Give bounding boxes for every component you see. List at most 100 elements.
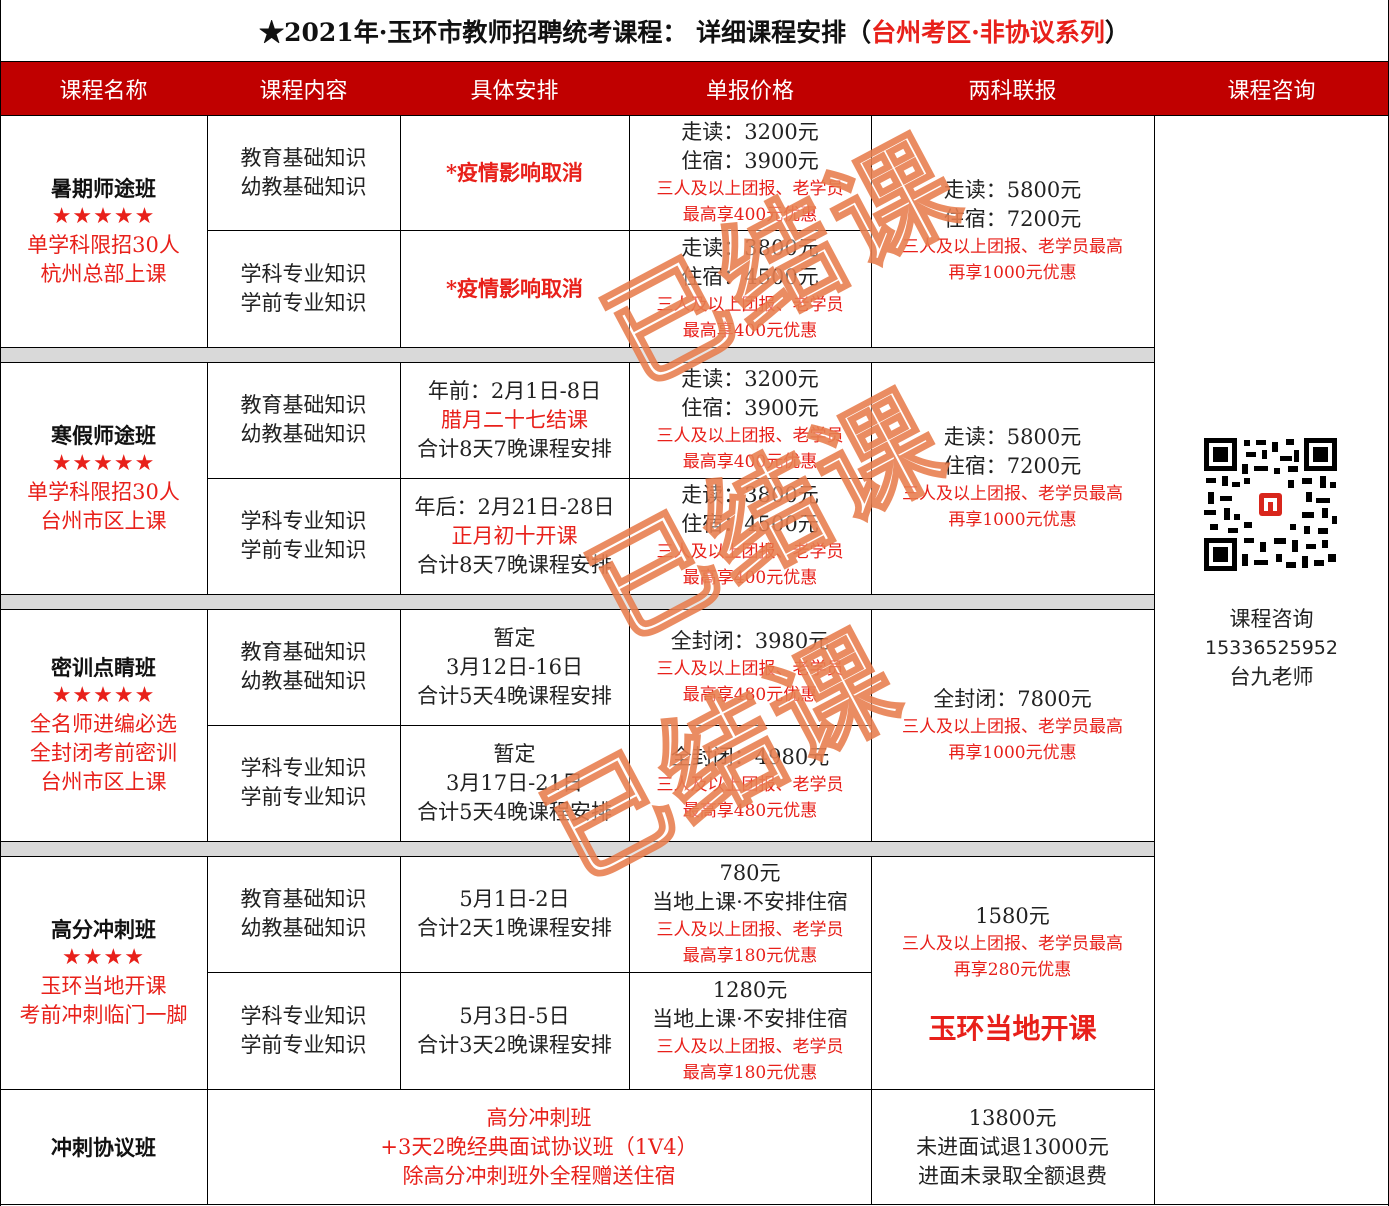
combo-note: 三人及以上团报、老学员最高 — [902, 934, 1123, 954]
price-cell: 1280元 当地上课·不安排住宿 三人及以上团报、老学员 最高享180元优惠 — [629, 972, 871, 1089]
course-name-cell: 高分冲刺班 ★★★★ 玉环当地开课 考前冲刺临门一脚 — [0, 856, 207, 1089]
course-name: 密训点睛班 — [51, 655, 156, 680]
content-line: 教育基础知识 — [240, 393, 367, 417]
agreement-desc-line: 除高分冲刺班外全程赠送住宿 — [402, 1163, 676, 1188]
course-name-cell: 冲刺协议班 — [0, 1089, 207, 1205]
content-line: 幼教基础知识 — [240, 669, 367, 693]
combo-note: 再享1000元优惠 — [948, 742, 1077, 763]
combo-line: 住宿：7200元 — [943, 454, 1082, 478]
content-line: 学科专业知识 — [240, 261, 367, 286]
header-consult: 课程咨询 — [1227, 78, 1316, 104]
consult-label: 课程咨询 — [1229, 606, 1314, 631]
content-cell: 学科专业知识 学前专业知识 — [207, 478, 400, 594]
combo-line: 全封闭：7800元 — [933, 686, 1092, 711]
content-line: 学科专业知识 — [240, 509, 367, 533]
schedule-line: 合计2天1晚课程安排 — [417, 916, 612, 940]
agreement-desc-line: 高分冲刺班 — [486, 1105, 592, 1130]
content-cell: 教育基础知识 幼教基础知识 — [207, 362, 400, 478]
combo-cell: 13800元 未进面试退13000元 进面未录取全额退费 — [871, 1089, 1154, 1205]
combo-cell: 1580元 三人及以上团报、老学员最高 再享280元优惠 玉环当地开课 — [871, 856, 1154, 1089]
course-name-cell: 暑期师途班 ★★★★★ 单学科限招30人 杭州总部上课 — [0, 115, 207, 347]
title-highlight: 台州考区·非协议系列 — [871, 18, 1105, 47]
rating-stars: ★★★★★ — [51, 450, 156, 476]
combo-line: 13800元 — [968, 1105, 1057, 1130]
qr-code-icon — [1202, 436, 1339, 573]
combo-local-highlight: 玉环当地开课 — [928, 1012, 1097, 1045]
price-note: 最高享180元优惠 — [682, 1062, 818, 1083]
content-line: 教育基础知识 — [240, 640, 367, 664]
content-line: 学前专业知识 — [240, 538, 367, 562]
qr-code[interactable] — [1202, 436, 1339, 573]
header-schedule: 具体安排 — [470, 78, 559, 104]
content-line: 学前专业知识 — [240, 785, 367, 809]
combo-line: 进面未录取全额退费 — [918, 1163, 1107, 1188]
content-cell: 学科专业知识 学前专业知识 — [207, 230, 400, 347]
content-cell: 教育基础知识 幼教基础知识 — [207, 609, 400, 725]
price-line: 当地上课·不安排住宿 — [652, 1006, 848, 1031]
schedule-cell: 年前：2月1日-8日 腊月二十七结课 合计8天7晚课程安排 — [400, 362, 629, 478]
price-line: 1280元 — [712, 977, 788, 1002]
combo-note: 三人及以上团报、老学员最高 — [902, 716, 1123, 737]
title-tail: ） — [1104, 18, 1130, 47]
course-note: 台州市区上课 — [40, 770, 167, 794]
schedule-line: 腊月二十七结课 — [441, 407, 588, 432]
schedule-line: 3月12日-16日 — [446, 654, 583, 679]
header-course-name: 课程名称 — [59, 78, 148, 104]
rating-stars: ★★★★ — [62, 945, 145, 970]
schedule-line: *疫情影响取消 — [446, 160, 583, 185]
course-name-cell: 寒假师途班 ★★★★★ 单学科限招30人 台州市区上课 — [0, 362, 207, 594]
consult-info: 课程咨询 15336525952 台九老师 — [1154, 600, 1389, 696]
combo-note: 再享1000元优惠 — [948, 263, 1077, 283]
content-line: 学科专业知识 — [240, 1003, 367, 1028]
price-note: 三人及以上团报、老学员 — [656, 920, 844, 940]
schedule-cell: *疫情影响取消 — [400, 115, 629, 230]
course-note: 考前冲刺临门一脚 — [19, 1003, 188, 1027]
course-note: 玉环当地开课 — [40, 974, 167, 998]
schedule-line: 5月1日-2日 — [459, 887, 570, 911]
combo-line: 1580元 — [975, 904, 1050, 928]
course-name: 冲刺协议班 — [51, 1134, 156, 1160]
consult-teacher: 台九老师 — [1229, 664, 1314, 689]
content-line: 教育基础知识 — [240, 887, 367, 911]
price-line: 当地上课·不安排住宿 — [652, 890, 848, 914]
course-note: 全封闭考前密训 — [30, 741, 177, 765]
content-line: 幼教基础知识 — [240, 916, 367, 940]
course-note: 台州市区上课 — [40, 508, 167, 533]
page-title: ★2021年·玉环市教师招聘统考课程： 详细课程安排（ 台州考区·非协议系列） — [0, 0, 1389, 62]
content-line: 幼教基础知识 — [240, 422, 367, 446]
content-cell: 教育基础知识 幼教基础知识 — [207, 115, 400, 230]
course-note: 单学科限招30人 — [27, 232, 180, 257]
price-note: 最高享180元优惠 — [682, 946, 818, 966]
schedule-line: 5月3日-5日 — [459, 1003, 570, 1028]
header-single-price: 单报价格 — [705, 78, 794, 104]
content-line: 学科专业知识 — [240, 756, 367, 780]
content-cell: 学科专业知识 学前专业知识 — [207, 725, 400, 841]
content-line: 学前专业知识 — [240, 290, 367, 315]
rating-stars: ★★★★★ — [51, 203, 156, 229]
content-line: 学前专业知识 — [240, 1032, 367, 1057]
course-name-cell: 密训点睛班 ★★★★★ 全名师进编必选 全封闭考前密训 台州市区上课 — [0, 609, 207, 841]
rating-stars: ★★★★★ — [51, 683, 156, 708]
course-name: 暑期师途班 — [51, 175, 156, 201]
schedule-line: 正月初十开课 — [451, 523, 578, 548]
schedule-line: *疫情影响取消 — [446, 276, 583, 301]
content-line: 教育基础知识 — [240, 145, 367, 170]
course-note: 全名师进编必选 — [30, 712, 177, 736]
separator-band — [0, 347, 1154, 362]
header-course-content: 课程内容 — [259, 78, 348, 104]
course-note: 杭州总部上课 — [40, 261, 167, 286]
combo-line: 走读：5800元 — [943, 425, 1082, 449]
agreement-desc-cell: 高分冲刺班 +3天2晚经典面试协议班（1V4） 除高分冲刺班外全程赠送住宿 — [207, 1089, 871, 1205]
content-cell: 教育基础知识 幼教基础知识 — [207, 856, 400, 972]
schedule-line: 合计8天7晚课程安排 — [417, 436, 612, 461]
schedule-line: 暂定 — [493, 625, 536, 650]
combo-note: 再享1000元优惠 — [948, 510, 1077, 530]
schedule-line: 合计3天2晚课程安排 — [417, 1032, 612, 1057]
content-cell: 学科专业知识 学前专业知识 — [207, 972, 400, 1089]
consult-phone[interactable]: 15336525952 — [1205, 634, 1338, 663]
separator-band — [0, 594, 1154, 609]
schedule-line: 年前：2月1日-8日 — [427, 378, 602, 403]
schedule-cell: 5月3日-5日 合计3天2晚课程安排 — [400, 972, 629, 1089]
content-line: 幼教基础知识 — [240, 174, 367, 199]
course-note: 单学科限招30人 — [27, 479, 180, 504]
